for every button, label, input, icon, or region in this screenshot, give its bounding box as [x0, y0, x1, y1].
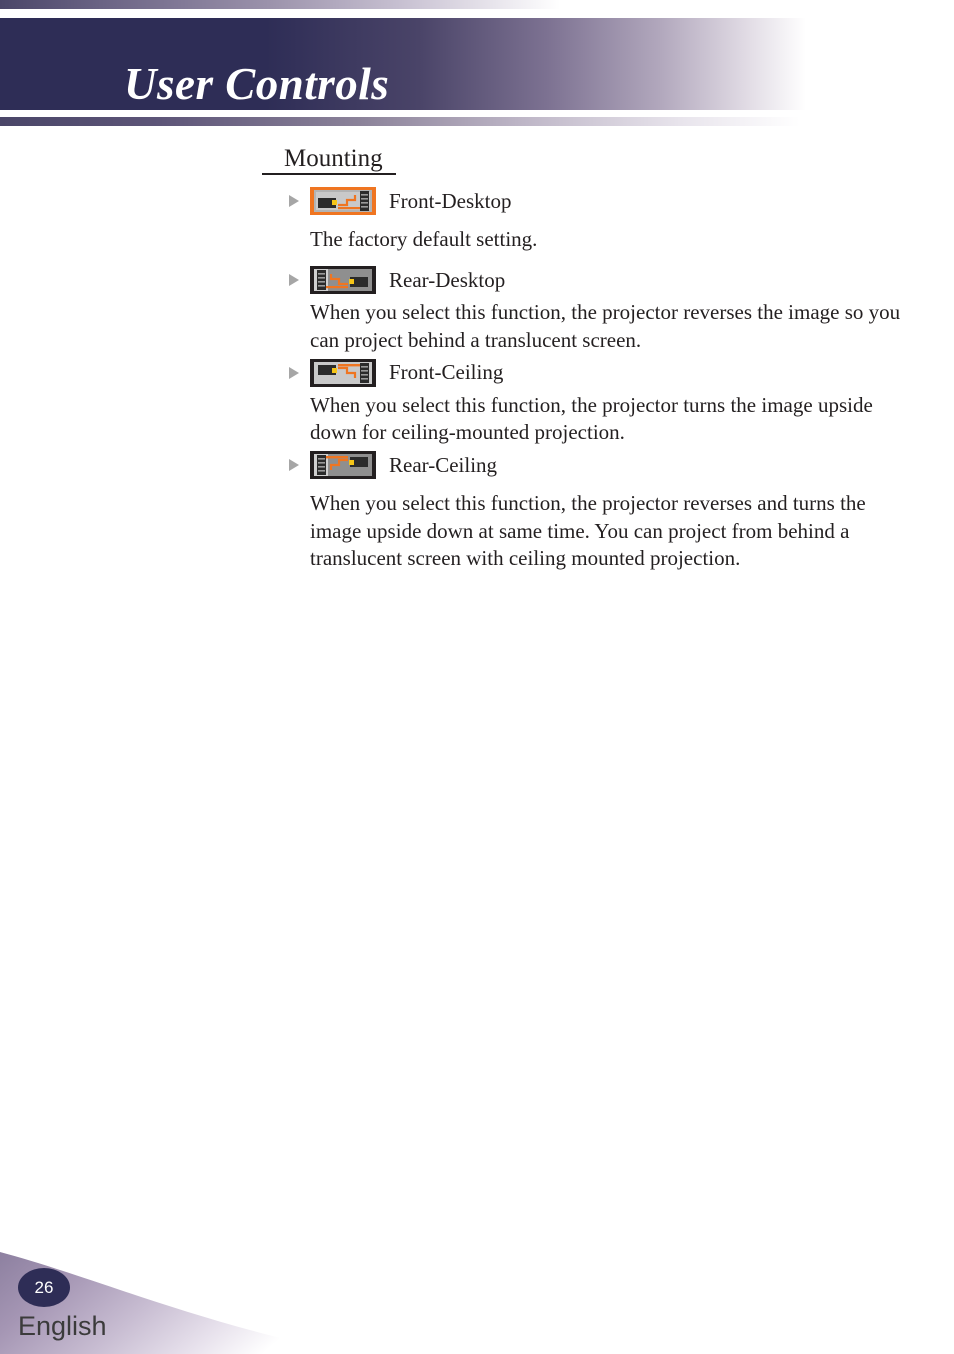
projector-rear-desktop-icon — [310, 266, 376, 295]
mount-option-row: Front-Ceiling — [262, 357, 902, 389]
bullet-arrow-icon — [288, 194, 300, 208]
header-banner: User Controls — [0, 18, 806, 110]
mount-option-row: Front-Desktop — [262, 185, 902, 217]
language-label: English — [18, 1311, 107, 1341]
bullet-arrow-icon — [288, 366, 300, 380]
mount-option-label: Rear-Desktop — [389, 267, 506, 292]
mount-option-row: Rear-Ceiling — [262, 449, 902, 481]
mount-option-description: When you select this function, the proje… — [310, 491, 866, 571]
page-header: User Controls — [0, 0, 954, 130]
mount-option-description: When you select this function, the proje… — [310, 392, 873, 445]
mount-option-label: Front-Ceiling — [389, 360, 504, 385]
page-number-badge: 26 — [18, 1268, 70, 1307]
header-bottom-rule — [0, 117, 800, 126]
list-item: Rear-Ceiling When you select this functi… — [262, 449, 902, 572]
section-heading-underline — [262, 173, 396, 176]
header-top-rule — [0, 0, 560, 9]
section-heading-block: Mounting — [262, 145, 402, 176]
mount-option-description: When you select this function, the proje… — [310, 300, 901, 352]
projector-front-ceiling-icon — [310, 358, 376, 387]
mount-option-description: The factory default setting. — [310, 227, 538, 251]
list-item: Rear-Desktop When you select this functi… — [262, 264, 902, 357]
mounting-options-list: Front-Desktop The factory default settin… — [262, 185, 902, 572]
bullet-arrow-icon — [288, 273, 300, 287]
mount-option-row: Rear-Desktop — [262, 264, 902, 296]
page-title: User Controls — [124, 59, 390, 109]
projector-rear-ceiling-icon — [310, 451, 376, 480]
mount-option-label: Front-Desktop — [389, 188, 512, 213]
bullet-arrow-icon — [288, 458, 300, 472]
list-item: Front-Ceiling When you select this funct… — [262, 357, 902, 450]
list-item: Front-Desktop The factory default settin… — [262, 185, 902, 264]
mount-option-label: Rear-Ceiling — [389, 452, 498, 477]
section-heading: Mounting — [284, 145, 383, 172]
page-footer: 26 English — [0, 1204, 954, 1354]
projector-front-desktop-icon — [310, 187, 376, 215]
